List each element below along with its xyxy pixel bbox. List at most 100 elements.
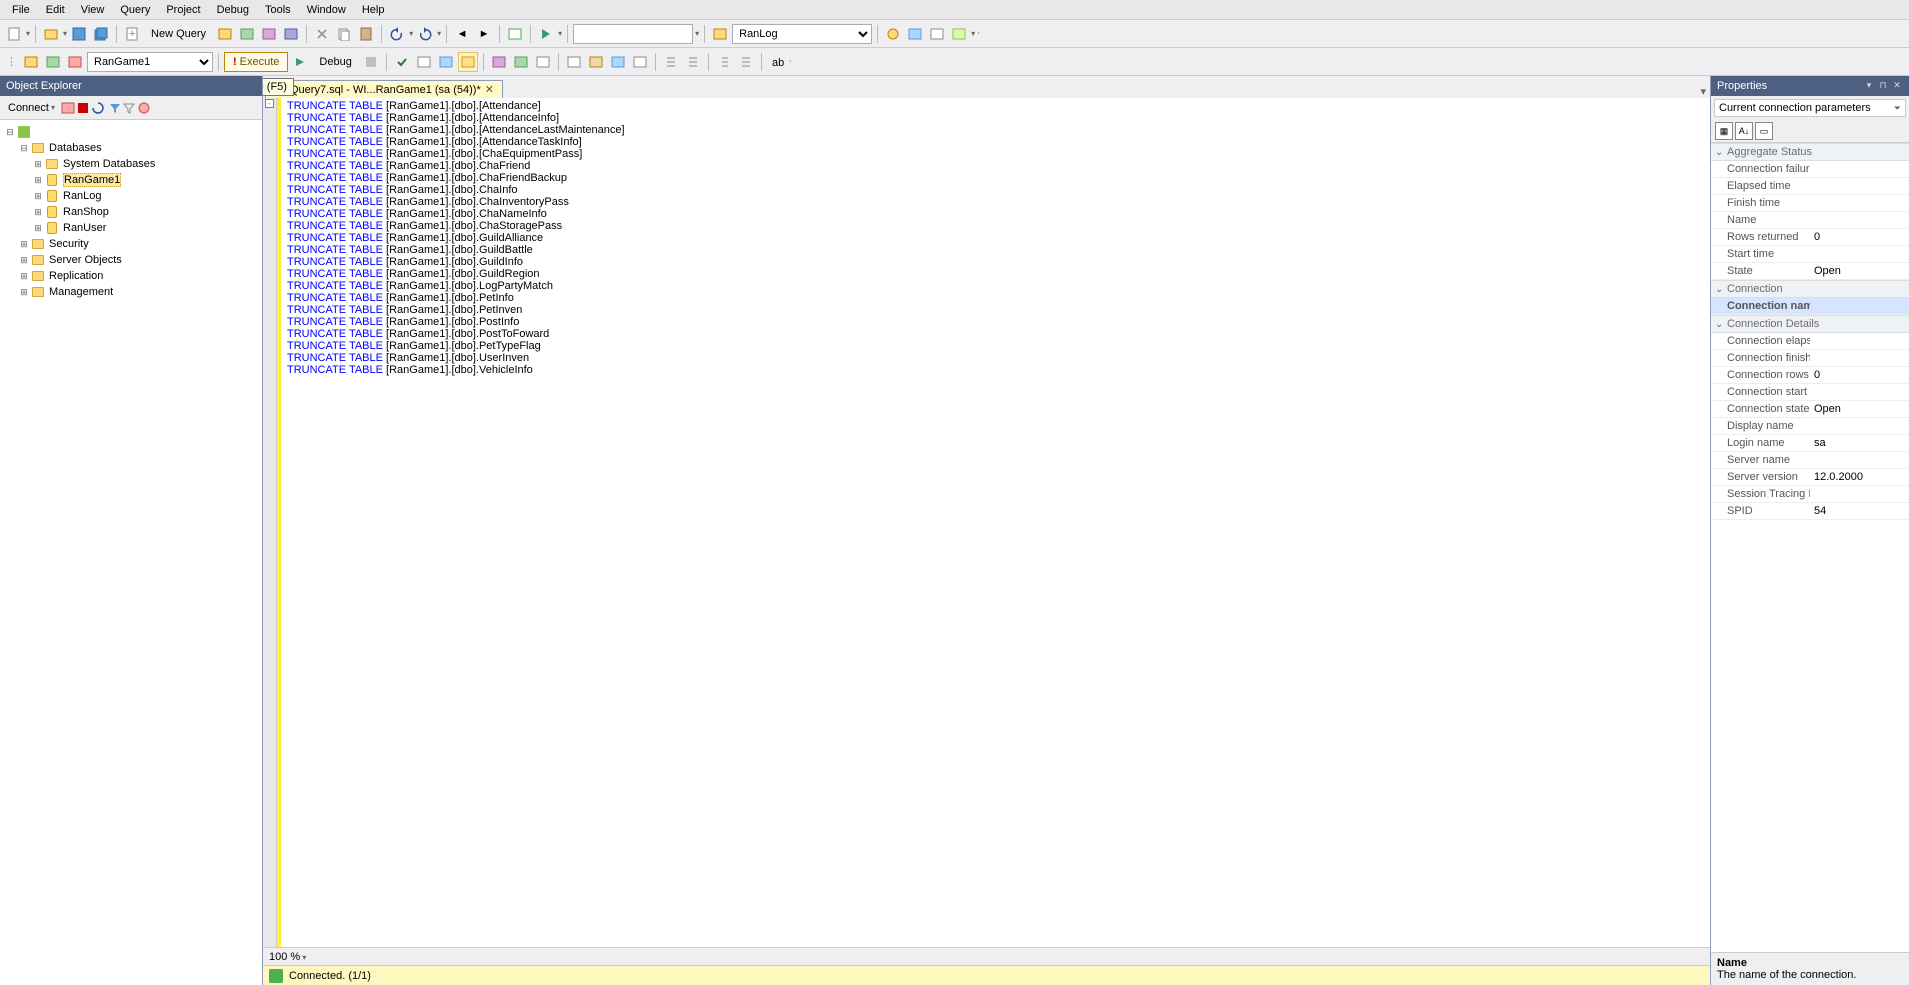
cancel-query-icon[interactable] (361, 52, 381, 72)
start-icon[interactable] (536, 24, 556, 44)
mdx-query-icon[interactable] (259, 24, 279, 44)
copy-icon[interactable] (334, 24, 354, 44)
prop-conn-name[interactable]: Connection name (1711, 298, 1909, 315)
filter-settings-icon[interactable] (123, 102, 135, 114)
surround-icon[interactable]: ab (767, 52, 787, 72)
uncomment-icon[interactable] (661, 52, 681, 72)
estimated-plan-icon[interactable] (414, 52, 434, 72)
menu-edit[interactable]: Edit (38, 2, 73, 18)
registered-servers-icon[interactable] (710, 24, 730, 44)
code-content[interactable]: TRUNCATE TABLE [RanGame1].[dbo].[Attenda… (281, 98, 631, 947)
menu-view[interactable]: View (73, 2, 113, 18)
debug-button[interactable]: Debug (312, 52, 358, 72)
prop-c-state[interactable]: Connection stateOpen (1711, 401, 1909, 418)
decrease-indent-icon[interactable] (683, 52, 703, 72)
query-options-icon[interactable] (436, 52, 456, 72)
execute-button[interactable]: Execute (224, 52, 288, 72)
prop-trace[interactable]: Session Tracing ID (1711, 486, 1909, 503)
increase-indent-icon[interactable] (714, 52, 734, 72)
redo-icon[interactable] (415, 24, 435, 44)
menu-query[interactable]: Query (112, 2, 158, 18)
prop-c-elapsed[interactable]: Connection elapsed (1711, 333, 1909, 350)
debug-start-icon[interactable] (290, 52, 310, 72)
database-combo[interactable]: RanLog (732, 24, 872, 44)
open-icon[interactable] (41, 24, 61, 44)
tool-icon-1[interactable] (883, 24, 903, 44)
current-database-combo[interactable]: RanGame1 (87, 52, 213, 72)
tree-db-ranlog[interactable]: ⊞RanLog (4, 188, 258, 204)
cat-conn-details[interactable]: Connection Details (1711, 315, 1909, 333)
specify-values-icon[interactable] (736, 52, 756, 72)
results-to-text-icon[interactable] (564, 52, 584, 72)
prop-display[interactable]: Display name (1711, 418, 1909, 435)
nav-back-icon[interactable]: ◄ (452, 24, 472, 44)
tool-icon-3[interactable] (927, 24, 947, 44)
filter-icon[interactable] (109, 102, 121, 114)
properties-grid[interactable]: Aggregate Status Connection failure Elap… (1711, 143, 1909, 952)
prop-start[interactable]: Start time (1711, 246, 1909, 263)
prop-name[interactable]: Name (1711, 212, 1909, 229)
tree-server-objects-node[interactable]: ⊞Server Objects (4, 252, 258, 268)
tree-management-node[interactable]: ⊞Management (4, 284, 258, 300)
paste-icon[interactable] (356, 24, 376, 44)
refresh-2-icon[interactable] (137, 101, 151, 115)
db-engine-query-icon[interactable] (215, 24, 235, 44)
include-plan-icon[interactable] (489, 52, 509, 72)
tree-sysdb-node[interactable]: ⊞System Databases (4, 156, 258, 172)
prop-spid[interactable]: SPID54 (1711, 503, 1909, 520)
analysis-query-icon[interactable] (237, 24, 257, 44)
tree-db-rangame1[interactable]: ⊞RanGame1 (4, 172, 258, 188)
change-connection-icon[interactable] (21, 52, 41, 72)
available-db-icon[interactable] (43, 52, 63, 72)
intellisense-icon[interactable] (458, 52, 478, 72)
new-query-button[interactable]: New Query (144, 24, 213, 44)
connect-dropdown[interactable]: Connect (4, 102, 59, 114)
categorized-icon[interactable]: ▦ (1715, 122, 1733, 140)
panel-close-icon[interactable]: ✕ (1891, 80, 1903, 92)
prop-server[interactable]: Server name (1711, 452, 1909, 469)
disconnect-icon[interactable] (61, 101, 75, 115)
save-all-icon[interactable] (91, 24, 111, 44)
tree-db-ranuser[interactable]: ⊞RanUser (4, 220, 258, 236)
stop-icon[interactable] (77, 102, 89, 114)
prop-elapsed[interactable]: Elapsed time (1711, 178, 1909, 195)
collapse-icon[interactable]: - (265, 99, 274, 108)
undo-icon[interactable] (387, 24, 407, 44)
menu-help[interactable]: Help (354, 2, 393, 18)
tree-replication-node[interactable]: ⊞Replication (4, 268, 258, 284)
alphabetical-icon[interactable]: A↓ (1735, 122, 1753, 140)
cut-icon[interactable] (312, 24, 332, 44)
comment-icon[interactable] (630, 52, 650, 72)
new-project-icon[interactable] (4, 24, 24, 44)
tree-security-node[interactable]: ⊞Security (4, 236, 258, 252)
cat-aggregate[interactable]: Aggregate Status (1711, 143, 1909, 161)
prop-c-finish[interactable]: Connection finish (1711, 350, 1909, 367)
tree-databases-node[interactable]: ⊟Databases (4, 140, 258, 156)
refresh-icon[interactable] (91, 101, 105, 115)
results-to-grid-icon[interactable] (586, 52, 606, 72)
tab-close-icon[interactable]: ✕ (485, 83, 494, 96)
new-query-icon[interactable]: + (122, 24, 142, 44)
activity-monitor-icon[interactable] (505, 24, 525, 44)
panel-pin-icon[interactable]: ⊓ (1877, 80, 1889, 92)
document-tab[interactable]: Query7.sql - WI...RanGame1 (sa (54))* ✕ (265, 80, 503, 98)
menu-debug[interactable]: Debug (209, 2, 257, 18)
tab-dropdown-icon[interactable]: ▾ (1696, 85, 1710, 98)
tree-db-ranshop[interactable]: ⊞RanShop (4, 204, 258, 220)
prop-finish[interactable]: Finish time (1711, 195, 1909, 212)
property-pages-icon[interactable]: ▭ (1755, 122, 1773, 140)
menu-file[interactable]: File (4, 2, 38, 18)
prop-login[interactable]: Login namesa (1711, 435, 1909, 452)
parse-icon[interactable] (392, 52, 412, 72)
menu-window[interactable]: Window (299, 2, 354, 18)
prop-state[interactable]: StateOpen (1711, 263, 1909, 280)
prop-version[interactable]: Server version12.0.2000 (1711, 469, 1909, 486)
sql-editor[interactable]: - TRUNCATE TABLE [RanGame1].[dbo].[Atten… (263, 98, 1710, 947)
change-con-icon[interactable] (65, 52, 85, 72)
prop-c-rows[interactable]: Connection rows0 (1711, 367, 1909, 384)
menu-tools[interactable]: Tools (257, 2, 299, 18)
dmx-query-icon[interactable] (281, 24, 301, 44)
properties-object-combo[interactable]: Current connection parameters (1714, 99, 1906, 117)
nav-forward-icon[interactable]: ► (474, 24, 494, 44)
results-to-file-icon[interactable] (608, 52, 628, 72)
